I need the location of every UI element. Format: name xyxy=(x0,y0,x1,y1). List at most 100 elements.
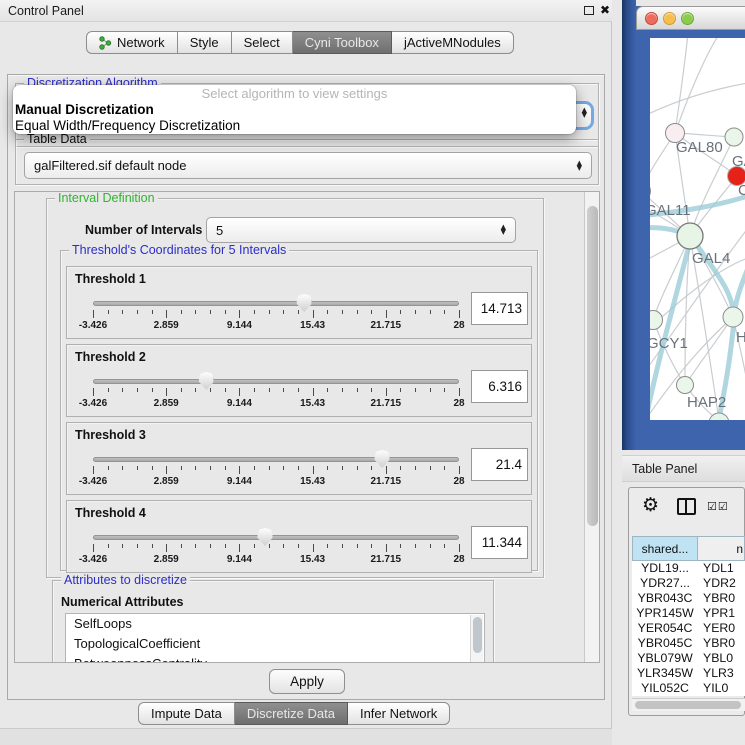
zoom-button[interactable] xyxy=(681,12,694,25)
scrollbar-thumb[interactable] xyxy=(635,701,741,709)
bottom-tab-bar: Impute Data Discretize Data Infer Networ… xyxy=(138,702,450,725)
table-row[interactable]: YBL079WYBL0 xyxy=(632,651,745,666)
gear-icon[interactable]: ⚙ xyxy=(642,494,659,516)
thresholds-title: Threshold's Coordinates for 5 Intervals xyxy=(69,243,289,257)
tick-mark xyxy=(298,466,299,470)
close-icon[interactable]: ✖ xyxy=(600,3,610,17)
tick-mark xyxy=(122,466,123,470)
table-row[interactable]: YLR345WYLR3 xyxy=(632,666,745,681)
tab-jactivemnodules[interactable]: jActiveMNodules xyxy=(392,31,514,54)
threshold-1-tick-strip xyxy=(93,310,459,319)
settings-scroll-viewport: Interval Definition Number of Intervals … xyxy=(14,191,600,663)
tick-mark xyxy=(254,388,255,392)
settings-vertical-scrollbar[interactable] xyxy=(584,192,599,662)
node-h[interactable] xyxy=(723,307,743,327)
tick-mark xyxy=(108,466,109,470)
tick-mark xyxy=(298,544,299,548)
top-tab-bar: Network Style Select Cyni Toolbox jActiv… xyxy=(86,31,514,54)
threshold-1-slider-track[interactable] xyxy=(93,301,459,306)
apply-button[interactable]: Apply xyxy=(269,669,345,694)
tick-mark xyxy=(210,388,211,392)
node-unlabeled-top-right[interactable] xyxy=(725,128,743,146)
tab-network[interactable]: Network xyxy=(86,31,178,54)
threshold-4-value-field[interactable]: 11.344 xyxy=(471,526,528,559)
popup-hint: Select algorithm to view settings xyxy=(13,85,576,102)
table-row[interactable]: YER054CYER0 xyxy=(632,621,745,636)
bottom-filler-strip xyxy=(0,728,612,745)
tab-discretize-data[interactable]: Discretize Data xyxy=(235,702,348,725)
tick-mark xyxy=(371,388,372,392)
tick-mark xyxy=(254,466,255,470)
table-row[interactable]: YBR043CYBR0 xyxy=(632,591,745,606)
interval-definition-group: Interval Definition Number of Intervals … xyxy=(46,198,544,578)
table-row[interactable]: YDL19...YDL1 xyxy=(632,561,745,576)
list-item-betweennesscentrality[interactable]: BetweennessCentrality xyxy=(66,654,484,663)
network-window-titlebar[interactable] xyxy=(636,6,745,30)
node-label-gal11: GAL11 xyxy=(650,202,691,219)
tick-mark xyxy=(444,544,445,548)
threshold-4-tick-strip xyxy=(93,544,459,553)
table-data-group: Table Data galFiltered.sif default node … xyxy=(15,139,599,185)
select-columns-icon[interactable]: ☑☑ xyxy=(707,500,729,513)
tick-mark xyxy=(181,388,182,392)
combo-arrows-icon: ▲▼ xyxy=(501,225,506,235)
node-label-partial-c: C xyxy=(738,182,745,199)
threshold-2-value-field[interactable]: 6.316 xyxy=(471,370,528,403)
threshold-1-value-field[interactable]: 14.713 xyxy=(471,292,528,325)
popup-option-equal-width-frequency[interactable]: Equal Width/Frequency Discretization xyxy=(13,118,576,134)
threshold-4-slider-track[interactable] xyxy=(93,535,459,540)
tick-mark xyxy=(239,310,240,318)
attributes-list-scrollbar[interactable] xyxy=(470,615,483,663)
threshold-3-label: Threshold 3 xyxy=(75,428,146,442)
scrollbar-thumb[interactable] xyxy=(473,617,482,653)
tick-mark xyxy=(430,466,431,470)
tick-mark xyxy=(195,466,196,470)
tick-mark xyxy=(459,544,460,552)
float-window-icon[interactable] xyxy=(584,6,594,15)
tab-cyni-toolbox[interactable]: Cyni Toolbox xyxy=(293,31,392,54)
node-hap2[interactable] xyxy=(677,377,694,394)
tick-mark xyxy=(166,388,167,396)
list-item-selfloops[interactable]: SelfLoops xyxy=(66,614,484,634)
popup-option-manual-discretization[interactable]: Manual Discretization xyxy=(13,102,576,118)
tab-select[interactable]: Select xyxy=(232,31,293,54)
tick-mark xyxy=(357,388,358,392)
tick-mark xyxy=(152,544,153,548)
tab-style[interactable]: Style xyxy=(178,31,232,54)
threshold-3-slider-track[interactable] xyxy=(93,457,459,462)
tab-impute-data[interactable]: Impute Data xyxy=(138,702,235,725)
control-panel-titlebar: Control Panel ✖ xyxy=(0,0,612,22)
table-data-combobox[interactable]: galFiltered.sif default node ▲▼ xyxy=(24,152,592,179)
tick-mark xyxy=(415,466,416,470)
minimize-button[interactable] xyxy=(663,12,676,25)
tab-infer-network[interactable]: Infer Network xyxy=(348,702,450,725)
table-row[interactable]: YPR145WYPR1 xyxy=(632,606,745,621)
table-row[interactable]: YDR27...YDR2 xyxy=(632,576,745,591)
column-header-shared-name[interactable]: shared... xyxy=(632,536,698,561)
node-label-hap2: HAP2 xyxy=(687,394,726,411)
table-row[interactable]: YIL052CYIL0 xyxy=(632,681,745,696)
threshold-2-tick-strip xyxy=(93,388,459,397)
threshold-3-tick-strip xyxy=(93,466,459,475)
tick-mark xyxy=(357,544,358,548)
column-header-name[interactable]: n xyxy=(698,536,745,561)
node-gcy1[interactable] xyxy=(650,311,663,330)
tick-mark xyxy=(269,544,270,548)
number-of-intervals-combobox[interactable]: 5 ▲▼ xyxy=(206,217,516,243)
column-layout-icon[interactable] xyxy=(677,498,696,515)
list-item-topologicalcoefficient[interactable]: TopologicalCoefficient xyxy=(66,634,484,654)
table-horizontal-scrollbar[interactable] xyxy=(632,698,745,711)
scrollbar-thumb[interactable] xyxy=(587,206,598,526)
tick-mark xyxy=(327,544,328,548)
tick-mark xyxy=(239,544,240,552)
threshold-3-value-field[interactable]: 21.4 xyxy=(471,448,528,481)
node-gal11[interactable] xyxy=(650,182,651,201)
node-gal4[interactable] xyxy=(677,223,703,249)
tick-mark xyxy=(444,310,445,314)
tick-mark xyxy=(269,388,270,392)
tick-mark xyxy=(342,310,343,314)
threshold-2-slider-track[interactable] xyxy=(93,379,459,384)
node-bottom-partial[interactable] xyxy=(709,413,729,420)
close-button[interactable] xyxy=(645,12,658,25)
table-row[interactable]: YBR045CYBR0 xyxy=(632,636,745,651)
